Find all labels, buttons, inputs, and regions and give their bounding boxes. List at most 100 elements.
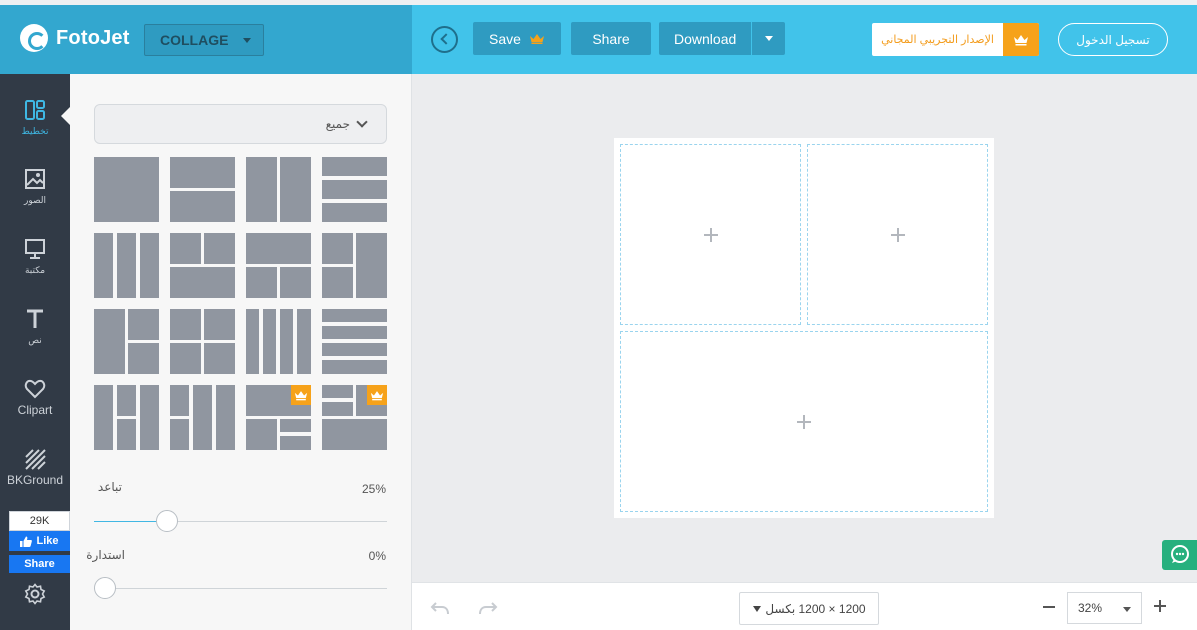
layout-cell-block — [322, 419, 387, 450]
layout-template-tile[interactable] — [322, 233, 387, 298]
zoom-in-icon[interactable] — [1154, 600, 1166, 612]
layout-cell-block — [322, 157, 387, 176]
layout-template-tile[interactable] — [94, 385, 159, 450]
layout-cell-block — [94, 157, 159, 222]
collage-cell[interactable] — [620, 331, 988, 512]
layout-template-tile[interactable] — [94, 233, 159, 298]
collage-cell[interactable] — [620, 144, 801, 325]
layout-template-tile[interactable] — [170, 385, 235, 450]
sidebar-item-text[interactable]: نص — [0, 308, 70, 368]
top-bar: FotoJet COLLAGE Save Share Download الإص… — [0, 0, 1197, 74]
caret-down-icon — [753, 605, 762, 612]
facebook-like-button[interactable]: Like — [9, 531, 70, 551]
sidebar-item-layout[interactable]: تخطيط — [0, 99, 70, 159]
chat-icon — [1171, 545, 1189, 563]
sidebar-item-clipart[interactable]: Clipart — [0, 378, 70, 438]
undo-icon[interactable] — [430, 601, 450, 615]
zoom-select[interactable]: 32% — [1067, 592, 1142, 624]
layout-template-tile[interactable] — [170, 309, 235, 374]
caret-down-icon — [243, 38, 251, 43]
roundness-slider-thumb[interactable] — [94, 577, 116, 599]
chat-support-button[interactable] — [1162, 540, 1197, 570]
fotojet-logo[interactable]: FotoJet — [20, 24, 130, 52]
layout-cell-block — [170, 233, 201, 264]
image-icon — [25, 169, 45, 189]
download-label: Download — [674, 30, 737, 47]
layout-cell-block — [193, 385, 212, 450]
back-circle-icon[interactable] — [431, 26, 458, 53]
canvas-size-label: 1200 × 1200 بكسل — [765, 601, 866, 616]
layout-cell-block — [246, 157, 277, 222]
logo-mark-icon — [20, 24, 48, 52]
layout-cell-block — [246, 233, 311, 264]
facebook-widget: 29K Like Share — [9, 511, 70, 575]
add-photo-icon[interactable] — [890, 227, 905, 242]
layout-cell-block — [128, 309, 159, 340]
layout-cell-block — [322, 343, 387, 356]
layout-panel: جميع تباعد 25% استدارة 0% — [70, 74, 412, 630]
chevron-down-icon — [356, 116, 368, 128]
layout-template-tile[interactable] — [94, 309, 159, 374]
layout-cell-block — [94, 233, 113, 298]
roundness-slider[interactable] — [94, 577, 387, 599]
layout-filter-label: جميع — [325, 117, 350, 131]
layout-template-tile[interactable] — [170, 233, 235, 298]
gear-icon[interactable] — [24, 583, 46, 605]
zoom-out-icon[interactable] — [1043, 606, 1055, 608]
layout-template-tile[interactable] — [246, 157, 311, 222]
facebook-like-label: Like — [36, 535, 59, 547]
premium-crown-icon — [291, 385, 311, 405]
layout-cell-block — [322, 402, 353, 416]
premium-crown-icon — [1003, 23, 1039, 56]
spacing-slider[interactable] — [94, 510, 387, 532]
collage-cell[interactable] — [807, 144, 988, 325]
sidebar-item-background[interactable]: BKGround — [0, 448, 70, 508]
layout-template-tile[interactable] — [246, 309, 311, 374]
collage-type-select[interactable]: COLLAGE — [144, 24, 264, 56]
sidebar-item-library[interactable]: مكتبة — [0, 238, 70, 298]
layout-template-tile[interactable] — [246, 233, 311, 298]
redo-icon[interactable] — [478, 601, 498, 615]
layout-template-tile[interactable] — [246, 385, 311, 450]
download-caret-icon[interactable] — [765, 36, 773, 41]
download-divider — [751, 22, 752, 55]
layout-template-tile[interactable] — [94, 157, 159, 222]
layout-cell-block — [322, 360, 387, 374]
download-button[interactable]: Download — [659, 22, 785, 55]
save-button[interactable]: Save — [473, 22, 561, 55]
layout-template-tile[interactable] — [322, 309, 387, 374]
add-photo-icon[interactable] — [703, 227, 718, 242]
layout-cell-block — [322, 309, 387, 322]
layout-template-tile[interactable] — [322, 157, 387, 222]
layout-cell-block — [280, 419, 311, 432]
facebook-share-button[interactable]: Share — [9, 555, 70, 573]
spacing-slider-thumb[interactable] — [156, 510, 178, 532]
layout-template-tile[interactable] — [322, 385, 387, 450]
thumbs-up-icon — [20, 536, 33, 547]
canvas-size-button[interactable]: 1200 × 1200 بكسل — [739, 592, 879, 625]
layout-cell-block — [204, 233, 235, 264]
login-button[interactable]: تسجيل الدخول — [1058, 23, 1168, 56]
layout-filter-select[interactable]: جميع — [94, 104, 387, 144]
collage-canvas[interactable] — [614, 138, 994, 518]
layout-icon — [25, 100, 45, 120]
add-photo-icon[interactable] — [797, 414, 811, 429]
share-button[interactable]: Share — [571, 22, 651, 55]
layout-cell-block — [117, 385, 136, 416]
layout-cell-block — [246, 267, 277, 298]
premium-crown-icon — [367, 385, 387, 405]
free-trial-button[interactable]: الإصدار التجريبي المجاني — [872, 23, 1039, 56]
layout-cell-block — [263, 309, 276, 374]
login-label: تسجيل الدخول — [1076, 32, 1150, 47]
layout-cell-block — [246, 419, 277, 450]
sidebar-item-photos[interactable]: الصور — [0, 168, 70, 228]
heart-icon — [24, 379, 46, 399]
sidebar-label-clipart: Clipart — [17, 403, 53, 417]
layout-cell-block — [204, 309, 235, 340]
layout-cell-block — [322, 385, 353, 398]
collage-type-label: COLLAGE — [160, 32, 229, 48]
layout-template-tile[interactable] — [170, 157, 235, 222]
layout-cell-block — [94, 385, 113, 450]
layout-cell-block — [322, 180, 387, 199]
share-label: Share — [592, 30, 630, 47]
